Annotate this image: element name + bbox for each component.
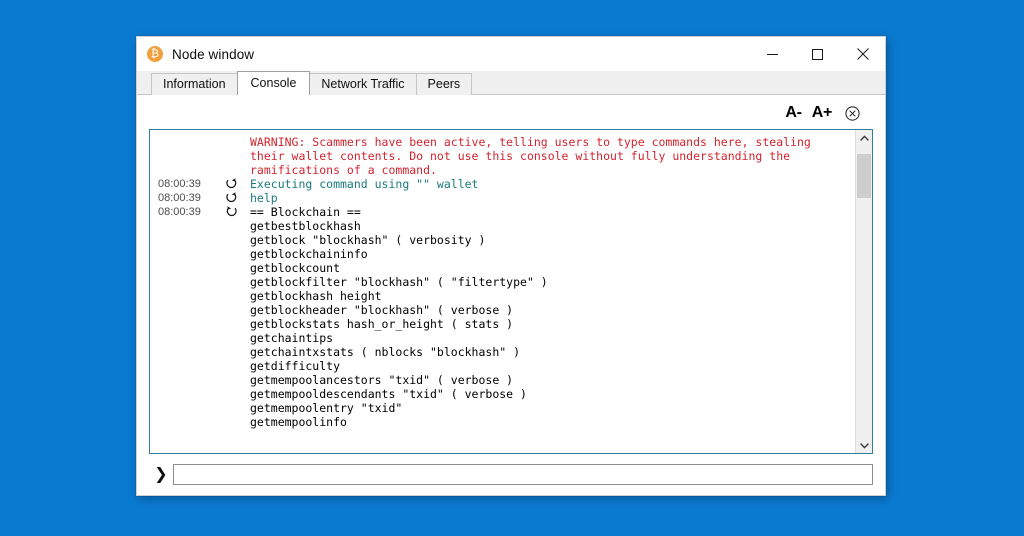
- outgoing-arrow-icon: [225, 192, 236, 203]
- window-controls: [750, 37, 885, 71]
- console-line-text: getblock "blockhash" ( verbosity ): [250, 233, 486, 247]
- console-line: getblock "blockhash" ( verbosity ): [150, 233, 855, 247]
- minimize-button[interactable]: [750, 37, 795, 71]
- console-line: getmempoolancestors "txid" ( verbose ): [150, 373, 855, 387]
- console-line: getblockheader "blockhash" ( verbose ): [150, 303, 855, 317]
- console-line-text: Executing command using "" wallet: [250, 177, 479, 191]
- console-line-text: getblockhash height: [250, 289, 382, 303]
- console-line: getblockchaininfo: [150, 247, 855, 261]
- console-line: getbestblockhash: [150, 219, 855, 233]
- console-line-direction: [216, 177, 246, 191]
- console-line: getchaintips: [150, 331, 855, 345]
- console-line-text: getmempoolancestors "txid" ( verbose ): [250, 373, 514, 387]
- console-line: getblockfilter "blockhash" ( "filtertype…: [150, 275, 855, 289]
- console-line: getmempoolinfo: [150, 415, 855, 429]
- console-line-text: getmempooldescendants "txid" ( verbose ): [250, 387, 527, 401]
- scroll-up-button[interactable]: [856, 130, 872, 146]
- font-decrease-button[interactable]: A-: [780, 104, 806, 122]
- title-bar: Node window: [137, 37, 885, 71]
- console-line: getblockcount: [150, 261, 855, 275]
- console-line-text: getchaintips: [250, 331, 334, 345]
- minimize-icon: [767, 53, 778, 55]
- tab-console[interactable]: Console: [236, 71, 311, 95]
- clear-console-icon: [845, 105, 860, 121]
- console-line-text: getblockcount: [250, 261, 341, 275]
- console-line: getdifficulty: [150, 359, 855, 373]
- scrollbar-thumb[interactable]: [857, 154, 871, 198]
- console-page: A- A+ WARNING: Scammers have been active…: [137, 94, 885, 495]
- outgoing-arrow-icon: [225, 178, 236, 189]
- maximize-icon: [812, 48, 823, 60]
- console-line-text: help: [250, 191, 278, 205]
- console-line-text: getblockfilter "blockhash" ( "filtertype…: [250, 275, 548, 289]
- scroll-down-button[interactable]: [856, 437, 872, 453]
- tab-strip: Information Console Network Traffic Peer…: [137, 71, 885, 95]
- clear-console-button[interactable]: [844, 105, 861, 122]
- console-line: getmempoolentry "txid": [150, 401, 855, 415]
- tab-peers[interactable]: Peers: [415, 73, 473, 95]
- console-line-text: getblockstats hash_or_height ( stats ): [250, 317, 514, 331]
- console-line-text: getbestblockhash: [250, 219, 361, 233]
- console-line-text: == Blockchain ==: [250, 205, 361, 219]
- console-line-timestamp: 08:00:39: [158, 206, 201, 218]
- incoming-arrow-icon: [226, 206, 237, 217]
- console-line-text: getmempoolentry "txid": [250, 401, 403, 415]
- scrollbar-track[interactable]: [856, 146, 872, 437]
- console-line-text: getblockchaininfo: [250, 247, 368, 261]
- console-line-text: getmempoolinfo: [250, 415, 347, 429]
- prompt-chevron-icon: ❯: [154, 464, 168, 483]
- console-line-text: getdifficulty: [250, 359, 341, 373]
- console-log[interactable]: WARNING: Scammers have been active, tell…: [150, 130, 855, 453]
- console-line-text: WARNING: Scammers have been active, tell…: [250, 135, 818, 177]
- tab-network-traffic[interactable]: Network Traffic: [309, 73, 417, 95]
- window-title: Node window: [172, 46, 255, 62]
- console-line: getmempooldescendants "txid" ( verbose ): [150, 387, 855, 401]
- node-window: Node window: [136, 36, 886, 496]
- console-line-direction: [216, 205, 246, 219]
- desktop-background: Node window: [0, 0, 1024, 536]
- console-line-direction: [216, 191, 246, 205]
- bitcoin-icon: [147, 46, 163, 62]
- console-line: 08:00:39 Executing command using "" walle…: [150, 177, 855, 191]
- console-line: getchaintxstats ( nblocks "blockhash" ): [150, 345, 855, 359]
- console-line: getblockstats hash_or_height ( stats ): [150, 317, 855, 331]
- console-line: WARNING: Scammers have been active, tell…: [150, 135, 855, 177]
- close-button[interactable]: [840, 37, 885, 71]
- console-line-timestamp: 08:00:39: [158, 178, 201, 190]
- tab-information[interactable]: Information: [151, 73, 238, 95]
- console-toolbar: A- A+: [149, 95, 873, 129]
- scroll-down-icon: [859, 442, 869, 449]
- console-scrollbar[interactable]: [855, 130, 872, 453]
- console-line-text: getblockheader "blockhash" ( verbose ): [250, 303, 514, 317]
- font-increase-button[interactable]: A+: [807, 104, 837, 122]
- maximize-button[interactable]: [795, 37, 840, 71]
- console-line: 08:00:39 help: [150, 191, 855, 205]
- command-input[interactable]: [173, 463, 873, 485]
- console-line: getblockhash height: [150, 289, 855, 303]
- scroll-up-icon: [859, 134, 869, 141]
- console-output: WARNING: Scammers have been active, tell…: [149, 129, 873, 454]
- console-line-text: getchaintxstats ( nblocks "blockhash" ): [250, 345, 521, 359]
- close-icon: [856, 48, 869, 60]
- console-line-timestamp: 08:00:39: [158, 192, 201, 204]
- console-input-row: ❯: [149, 463, 873, 485]
- console-line: 08:00:39 == Blockchain ==: [150, 205, 855, 219]
